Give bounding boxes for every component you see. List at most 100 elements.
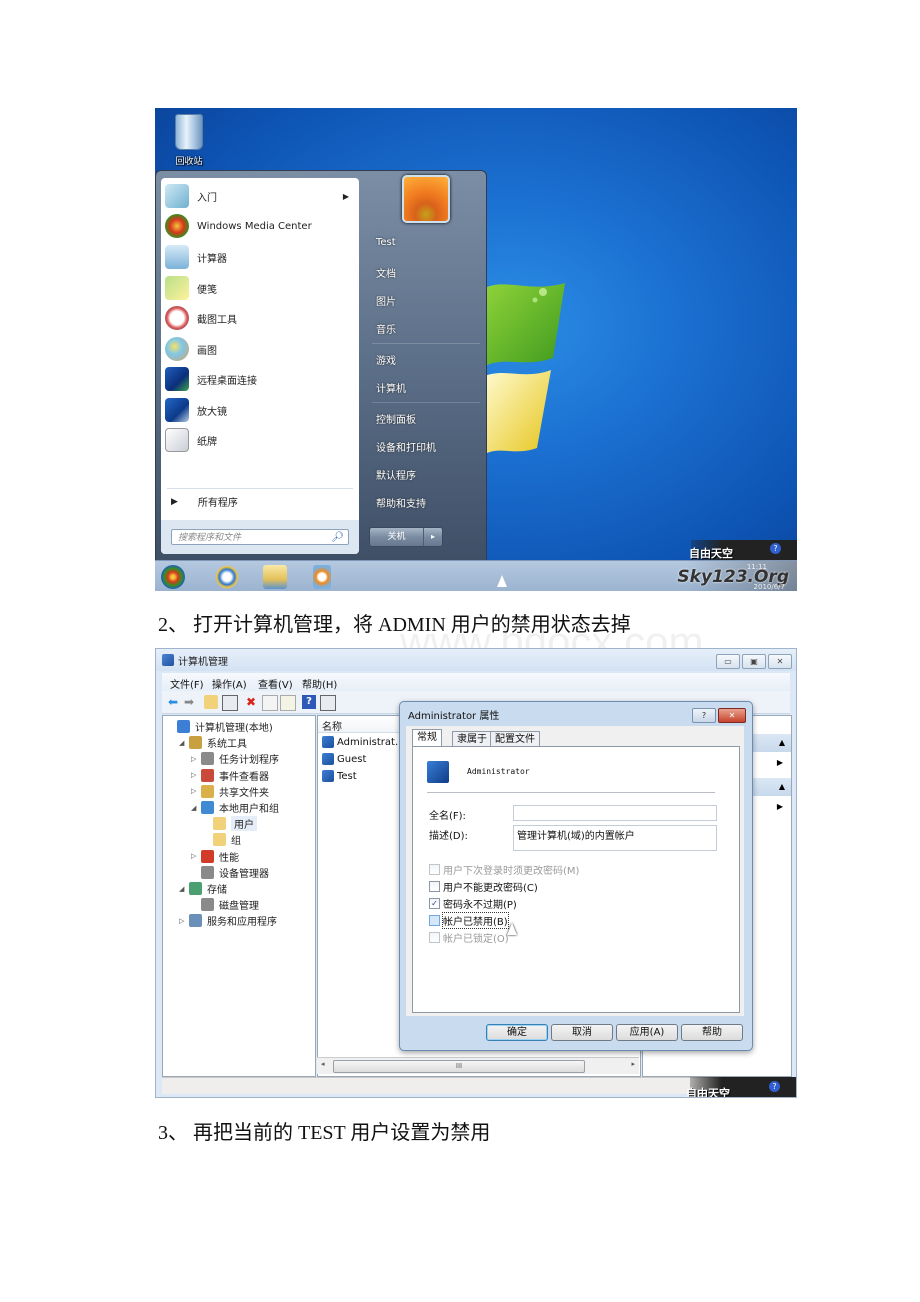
help-button[interactable]: 帮助 — [681, 1024, 743, 1041]
start-item-solitaire[interactable]: 纸牌 — [165, 426, 355, 454]
tab-member-of[interactable]: 隶属于 — [452, 731, 492, 747]
expander-icon[interactable]: ▷ — [191, 852, 201, 860]
tree-item[interactable]: 设备管理器 — [191, 865, 269, 880]
list-item-guest[interactable]: Guest — [322, 753, 366, 765]
fullname-input[interactable] — [513, 805, 717, 821]
start-item-media-center[interactable]: Windows Media Center — [165, 212, 355, 240]
tree-item[interactable]: ▷ 服务和应用程序 — [179, 913, 277, 928]
expander-icon[interactable]: ▷ — [191, 755, 201, 763]
tree-item[interactable]: 计算机管理(本地) — [167, 719, 273, 734]
properties-icon[interactable] — [262, 695, 278, 711]
more-actions-arrow-icon[interactable]: ▶ — [777, 802, 783, 811]
expander-icon[interactable]: ◢ — [179, 739, 189, 747]
checkmark-icon: ✓ — [429, 898, 440, 909]
expander-icon[interactable]: ▷ — [179, 917, 189, 925]
user-account-icon — [427, 761, 449, 783]
tree-item[interactable]: ◢ 本地用户和组 — [191, 800, 279, 815]
explorer-folder-icon[interactable] — [263, 565, 287, 589]
help-icon[interactable]: ? — [769, 1081, 780, 1092]
shutdown-button[interactable]: 关机 ▸ — [369, 527, 443, 547]
menu-action[interactable]: 操作(A) — [212, 676, 247, 691]
apply-button[interactable]: 应用(A) — [616, 1024, 678, 1041]
back-arrow-icon[interactable]: ⬅ — [166, 695, 180, 709]
start-item-calculator[interactable]: 计算器 — [165, 243, 355, 271]
search-input[interactable]: 搜索程序和文件 🔎︎ — [171, 529, 349, 545]
tree-node-icon — [189, 914, 202, 928]
start-right-item-default-programs[interactable]: 默认程序 — [376, 467, 416, 482]
start-right-item-user[interactable]: Test — [376, 237, 396, 248]
tree-item[interactable]: ▷ 事件查看器 — [191, 768, 269, 783]
close-button[interactable]: ✕ — [768, 654, 792, 669]
tree-node-icon — [201, 801, 214, 814]
user-avatar[interactable] — [402, 175, 450, 223]
start-item-getting-started[interactable]: 入门 ▶ — [165, 182, 355, 210]
tree-item[interactable]: 组 — [203, 832, 241, 847]
tree-item[interactable]: 用户 — [203, 816, 257, 832]
tree-item[interactable]: ◢ 系统工具 — [179, 735, 247, 750]
start-orb-icon[interactable] — [161, 565, 185, 589]
checkbox-account-locked[interactable]: 帐户已锁定(O) — [429, 930, 509, 945]
tree-item[interactable]: ▷ 任务计划程序 — [191, 751, 279, 766]
start-right-item-pictures[interactable]: 图片 — [376, 293, 396, 308]
start-right-item-documents[interactable]: 文档 — [376, 265, 396, 280]
tree-item[interactable]: ▷ 性能 — [191, 849, 239, 864]
start-item-paint[interactable]: 画图 — [165, 335, 355, 363]
forward-arrow-icon[interactable]: ➡ — [182, 695, 196, 709]
expander-icon[interactable]: ◢ — [179, 885, 189, 893]
show-action-pane-icon[interactable] — [320, 695, 336, 711]
scroll-thumb[interactable]: III — [333, 1060, 585, 1073]
media-player-icon[interactable] — [313, 565, 331, 589]
cancel-button[interactable]: 取消 — [551, 1024, 613, 1041]
start-right-item-help-support[interactable]: 帮助和支持 — [376, 495, 426, 510]
description-input[interactable]: 管理计算机(域)的内置帐户 — [513, 825, 717, 851]
all-programs-button[interactable]: ▶ 所有程序 — [171, 494, 238, 510]
tree-node-icon — [189, 882, 202, 895]
start-right-item-music[interactable]: 音乐 — [376, 321, 396, 336]
tree-node-icon — [201, 784, 214, 798]
start-item-remote-desktop[interactable]: 远程桌面连接 — [165, 365, 355, 393]
start-right-item-control-panel[interactable]: 控制面板 — [376, 411, 416, 426]
maximize-button[interactable]: ▣ — [742, 654, 766, 669]
start-right-item-computer[interactable]: 计算机 — [376, 380, 406, 395]
start-item-magnifier[interactable]: 放大镜 — [165, 396, 355, 424]
paint-icon — [165, 337, 189, 361]
help-icon[interactable]: ? — [770, 543, 781, 554]
dialog-help-button[interactable]: ? — [692, 708, 716, 723]
horizontal-scrollbar[interactable]: ◂ III ▸ — [317, 1057, 639, 1074]
recycle-bin[interactable]: 回收站 — [169, 114, 209, 172]
tree-item[interactable]: 磁盘管理 — [191, 897, 259, 912]
minimize-button[interactable]: ▭ — [716, 654, 740, 669]
show-hide-tree-icon[interactable] — [222, 695, 238, 711]
shutdown-options-arrow-icon[interactable]: ▸ — [424, 528, 442, 546]
start-item-snipping-tool[interactable]: 截图工具 — [165, 304, 355, 332]
help-icon[interactable]: ? — [302, 695, 316, 709]
checkbox-password-never-expires[interactable]: ✓ 密码永不过期(P) — [429, 896, 517, 911]
scroll-left-arrow-icon[interactable]: ◂ — [321, 1060, 325, 1068]
expander-icon[interactable]: ◢ — [191, 804, 201, 812]
media-center-icon — [165, 214, 189, 238]
menu-help[interactable]: 帮助(H) — [302, 676, 337, 691]
more-actions-arrow-icon[interactable]: ▶ — [777, 758, 783, 767]
internet-explorer-icon[interactable] — [215, 565, 239, 589]
checkbox-cannot-change-password[interactable]: 用户不能更改密码(C) — [429, 879, 538, 894]
list-item-administrator[interactable]: Administrat... — [322, 736, 404, 748]
checkbox-must-change-password[interactable]: 用户下次登录时须更改密码(M) — [429, 862, 579, 877]
menu-file[interactable]: 文件(F) — [170, 676, 204, 691]
dialog-close-button[interactable]: ✕ — [718, 708, 746, 723]
expander-icon[interactable]: ▷ — [191, 771, 201, 779]
scroll-right-arrow-icon[interactable]: ▸ — [631, 1060, 635, 1068]
tree-item[interactable]: ▷ 共享文件夹 — [191, 784, 269, 799]
start-right-item-games[interactable]: 游戏 — [376, 352, 396, 367]
list-item-test[interactable]: Test — [322, 770, 357, 782]
expander-icon[interactable]: ▷ — [191, 787, 201, 795]
up-folder-icon[interactable] — [204, 695, 218, 709]
start-right-item-devices-printers[interactable]: 设备和打印机 — [376, 439, 436, 454]
tab-profile[interactable]: 配置文件 — [490, 731, 540, 747]
tree-item[interactable]: ◢ 存储 — [179, 881, 227, 896]
menu-view[interactable]: 查看(V) — [258, 676, 293, 691]
delete-icon[interactable]: ✖ — [244, 695, 258, 709]
ok-button[interactable]: 确定 — [486, 1024, 548, 1041]
export-list-icon[interactable] — [280, 695, 296, 711]
checkbox-account-disabled[interactable]: 帐户已禁用(B) — [429, 912, 509, 929]
start-item-sticky-notes[interactable]: 便笺 — [165, 274, 355, 302]
